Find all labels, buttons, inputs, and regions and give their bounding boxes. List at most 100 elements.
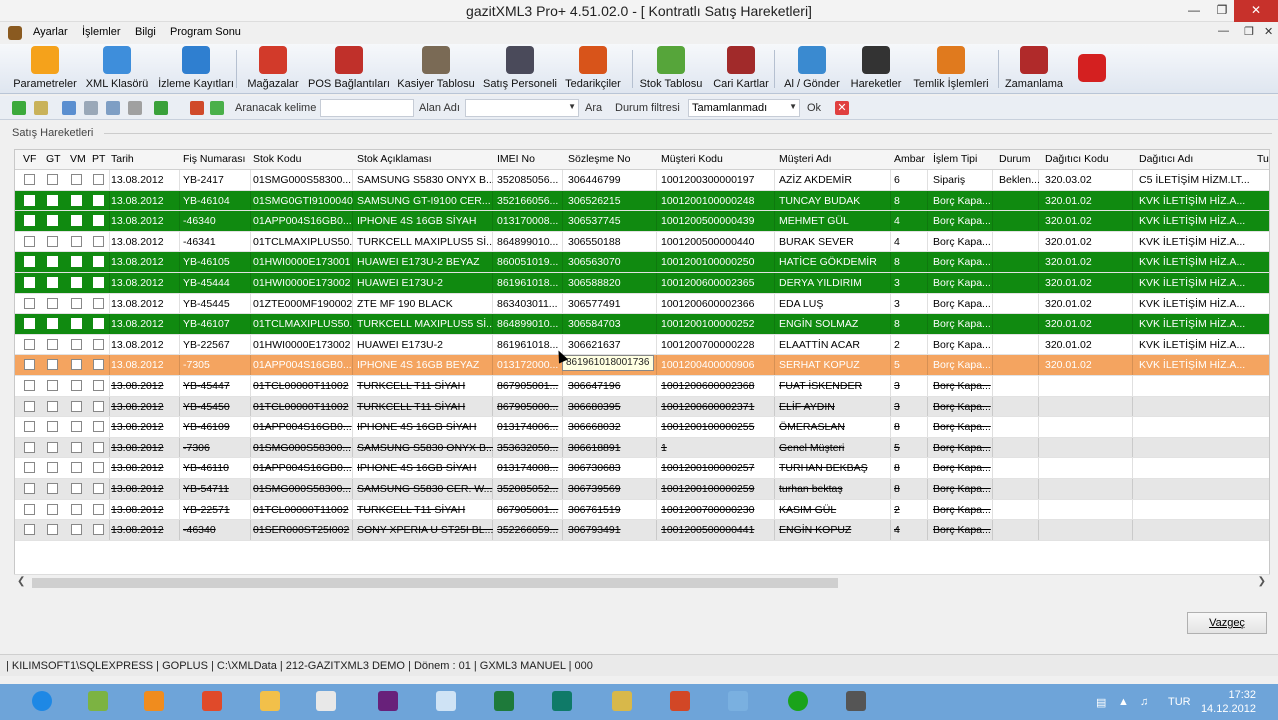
table-row[interactable]: 13.08.2012 YB-45445 01ZTE000MF190002 ZTE MF…	[15, 293, 1269, 315]
column-header[interactable]: VF	[23, 153, 36, 165]
taskbar-app[interactable]	[484, 687, 524, 717]
row-checkbox[interactable]	[71, 400, 82, 412]
row-checkbox[interactable]	[24, 235, 35, 247]
approve-all-icon[interactable]	[34, 101, 48, 115]
row-checkbox[interactable]	[47, 524, 58, 536]
table-row[interactable]: 13.08.2012 YB-46104 01SMG0GTI9100040 SAMSUN…	[15, 190, 1269, 212]
table-row[interactable]: 13.08.2012 YB-54711 01SMG000S58300... SAMSU…	[15, 479, 1269, 500]
taskbar-app[interactable]	[368, 687, 408, 717]
table-row[interactable]: 13.08.2012 -46340 01APP004S16GB0... IPHONE …	[15, 211, 1269, 232]
taskbar-app[interactable]	[778, 687, 818, 717]
row-checkbox[interactable]	[24, 380, 35, 391]
table-row[interactable]: 13.08.2012 YB-45447 01TCL00000T11002 TURKCE…	[15, 376, 1269, 397]
row-checkbox[interactable]	[93, 462, 104, 474]
clear-filter-icon[interactable]: ✕	[835, 101, 849, 115]
row-checkbox[interactable]	[71, 256, 82, 268]
row-checkbox[interactable]	[71, 421, 82, 433]
row-checkbox[interactable]	[93, 256, 104, 268]
row-checkbox[interactable]	[24, 318, 35, 330]
column-header[interactable]: GT	[46, 153, 61, 165]
row-checkbox[interactable]	[47, 235, 58, 247]
row-checkbox[interactable]	[24, 297, 35, 309]
taskbar-app[interactable]	[250, 687, 290, 717]
ribbon-hareketler-button[interactable]: Hareketler	[848, 46, 904, 92]
scroll-thumb[interactable]	[32, 578, 838, 588]
row-checkbox[interactable]	[71, 297, 82, 309]
taskbar-app[interactable]	[426, 687, 466, 717]
row-checkbox[interactable]	[24, 421, 35, 433]
row-checkbox[interactable]	[24, 215, 35, 227]
table-row[interactable]: 13.08.2012 YB-22571 01TCL00000T11002 TURKCE…	[15, 499, 1269, 521]
menu-islemler[interactable]: İşlemler	[82, 26, 121, 38]
column-header[interactable]: Fiş Numarası	[183, 153, 245, 165]
taskbar-app[interactable]	[660, 687, 700, 717]
ribbon-ma-azalar-button[interactable]: Mağazalar	[246, 46, 300, 92]
row-checkbox[interactable]	[93, 174, 104, 185]
column-header[interactable]: Stok Açıklaması	[357, 153, 432, 165]
ribbon-power-button[interactable]	[1076, 46, 1108, 92]
check-icon[interactable]	[154, 101, 168, 115]
column-header[interactable]: IMEI No	[497, 153, 535, 165]
row-checkbox[interactable]	[71, 441, 82, 453]
table-row[interactable]: 13.08.2012 YB-46109 01APP004S16GB0... IPHON…	[15, 417, 1269, 438]
row-checkbox[interactable]	[71, 359, 82, 371]
column-header[interactable]: PT	[92, 153, 105, 165]
volume-icon[interactable]: ♫	[1140, 696, 1148, 708]
scroll-right-icon[interactable]: ❯	[1258, 576, 1266, 587]
row-checkbox[interactable]	[93, 400, 104, 412]
row-checkbox[interactable]	[93, 277, 104, 288]
row-checkbox[interactable]	[93, 359, 104, 371]
row-checkbox[interactable]	[71, 338, 82, 350]
column-header[interactable]: Sözleşme No	[568, 153, 630, 165]
row-checkbox[interactable]	[24, 256, 35, 268]
row-checkbox[interactable]	[71, 235, 82, 247]
menu-bilgi[interactable]: Bilgi	[135, 26, 156, 38]
column-header[interactable]: Stok Kodu	[253, 153, 301, 165]
row-checkbox[interactable]	[24, 174, 35, 185]
mdi-restore-icon[interactable]: ❐	[1244, 25, 1254, 38]
row-checkbox[interactable]	[47, 462, 58, 474]
row-checkbox[interactable]	[71, 524, 82, 536]
taskbar-app[interactable]	[542, 687, 582, 717]
signal-icon[interactable]: ▲	[1118, 696, 1129, 708]
close-button[interactable]: ✕	[1234, 0, 1278, 22]
ribbon-xml-klas-r-button[interactable]: XML Klasörü	[84, 46, 150, 92]
row-checkbox[interactable]	[71, 380, 82, 391]
row-checkbox[interactable]	[24, 462, 35, 474]
taskbar-app[interactable]	[306, 687, 346, 717]
row-checkbox[interactable]	[93, 524, 104, 536]
column-header[interactable]: Ambar	[894, 153, 925, 165]
menu-ayarlar[interactable]: Ayarlar	[33, 26, 68, 38]
row-checkbox[interactable]	[93, 483, 104, 494]
row-checkbox[interactable]	[47, 194, 58, 206]
table-row[interactable]: 13.08.2012 -46341 01TCLMAXIPLUS50... TURKCE…	[15, 231, 1269, 253]
table-row[interactable]: 13.08.2012 YB-2417 01SMG000S58300... SAMSUN…	[15, 170, 1269, 191]
mdi-minimize-icon[interactable]: —	[1218, 25, 1229, 37]
row-checkbox[interactable]	[47, 318, 58, 330]
row-checkbox[interactable]	[71, 503, 82, 515]
column-header[interactable]: İşlem Tipi	[933, 153, 977, 165]
table-row[interactable]: 13.08.2012 YB-45450 01TCL00000T11002 TURKCE…	[15, 396, 1269, 418]
taskbar-app[interactable]	[78, 687, 118, 717]
table-row[interactable]: 13.08.2012 YB-46107 01TCLMAXIPLUS50... TURK…	[15, 314, 1269, 335]
table-row[interactable]: 13.08.2012 -7306 01SMG000S58300... SAMSUNG …	[15, 437, 1269, 459]
column-header[interactable]: Müşteri Adı	[779, 153, 832, 165]
search-input[interactable]	[320, 99, 414, 117]
row-checkbox[interactable]	[47, 380, 58, 391]
row-checkbox[interactable]	[47, 441, 58, 453]
ribbon-pos-ba-lant-lar-button[interactable]: POS Bağlantıları	[308, 46, 390, 92]
ribbon-sat-personeli-button[interactable]: Satış Personeli	[483, 46, 557, 92]
row-checkbox[interactable]	[93, 215, 104, 227]
app-icon[interactable]	[8, 26, 22, 40]
network-icon[interactable]: ▤	[1096, 696, 1106, 709]
column-header[interactable]: Tu	[1257, 153, 1269, 165]
table-row[interactable]: 13.08.2012 YB-46105 01HWI0000E173001 HUAWEI…	[15, 252, 1269, 273]
ribbon-parametreler-button[interactable]: Parametreler	[12, 46, 78, 92]
menu-program-sonu[interactable]: Program Sonu	[170, 26, 241, 38]
row-checkbox[interactable]	[24, 524, 35, 536]
row-checkbox[interactable]	[24, 400, 35, 412]
row-checkbox[interactable]	[47, 359, 58, 371]
search-button[interactable]: Ara	[585, 102, 602, 114]
row-checkbox[interactable]	[24, 277, 35, 288]
row-checkbox[interactable]	[47, 297, 58, 309]
